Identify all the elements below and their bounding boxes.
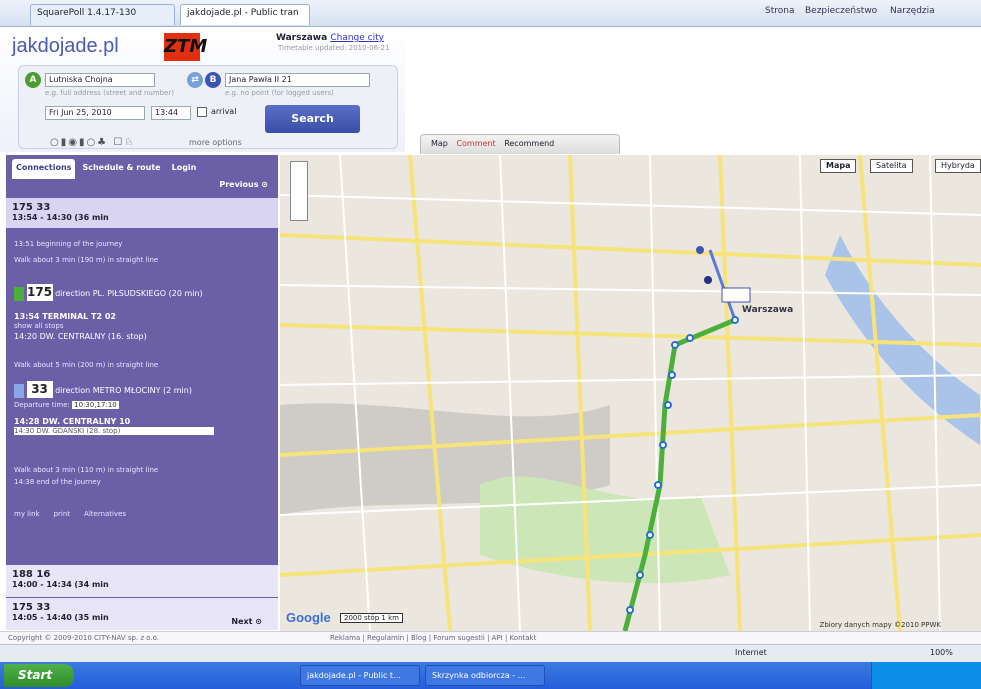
point-a-icon: A: [25, 72, 41, 88]
line-badge[interactable]: 33: [26, 381, 53, 398]
sidebar-tabs: Connections Schedule & route Login: [12, 159, 200, 179]
line-step: 175 direction PL. PIŁSUDSKIEGO (20 min): [14, 284, 203, 301]
bus-color-icon: [14, 286, 24, 301]
map-district-label: Warszawa: [742, 305, 794, 315]
more-options-link[interactable]: more options: [189, 138, 242, 147]
tab-comment[interactable]: Comment: [456, 139, 495, 148]
timetable-updated: Timetable updated: 2010-06-21: [278, 44, 390, 52]
start-button[interactable]: Start: [4, 664, 74, 687]
journey-end: 14:38 end of the journey: [14, 478, 101, 486]
cmd-strona[interactable]: Strona: [765, 6, 794, 16]
connection-lines: 188 16: [12, 569, 51, 580]
system-tray: [871, 662, 981, 689]
map-pan-zoom-control[interactable]: [290, 161, 308, 221]
site-header: jakdojade.pl ZTM Warszawa Change city Ti…: [0, 27, 405, 152]
task-jakdojade[interactable]: jakdojade.pl - Public t...: [300, 665, 420, 686]
city-label: Warszawa Change city: [276, 33, 384, 43]
site-footer: Copyright © 2009-2010 CITY-NAV sp. z o.o…: [0, 631, 981, 644]
tab-schedule-route[interactable]: Schedule & route: [78, 159, 164, 179]
cmd-bezpieczenstwo[interactable]: Bezpieczeństwo: [805, 6, 877, 16]
time-field[interactable]: 13:44: [151, 106, 191, 120]
tab-map[interactable]: Map: [431, 139, 448, 148]
from-hint: e.g. full address (street and number): [45, 89, 175, 97]
connection-lines: 175 33: [12, 202, 51, 213]
tram-color-icon: [14, 383, 24, 398]
browser-tab-jakdojade[interactable]: jakdojade.pl - Public tran: [180, 4, 310, 25]
tab-connections[interactable]: Connections: [12, 159, 76, 179]
connection-item[interactable]: 175 33 13:54 - 14:30 (36 min: [6, 198, 278, 228]
map-tabs: Map Comment Recommend: [420, 134, 620, 154]
map-type-hybryda[interactable]: Hybryda: [935, 159, 981, 173]
footer-links[interactable]: Reklama | Regulamin | Blog | Forum suges…: [330, 634, 536, 642]
connections-sidebar: Connections Schedule & route Login Previ…: [6, 155, 278, 630]
swap-icon[interactable]: ⇄: [187, 72, 203, 88]
zoom-level[interactable]: 100%: [930, 648, 953, 657]
walk-step: Walk about 5 min (200 m) in straight lin…: [14, 361, 159, 369]
from-input[interactable]: Lutniska Chojna: [45, 73, 155, 87]
show-stops-link[interactable]: show all stops: [14, 322, 64, 330]
task-skrzynka[interactable]: Skrzynka odbiorcza - ...: [425, 665, 545, 686]
browser-tabbar: SquarePoll 1.4.17-130 jakdojade.pl - Pub…: [0, 0, 981, 27]
connection-item[interactable]: 188 16 14:00 - 14:34 (34 min: [6, 565, 278, 597]
site: jakdojade.pl ZTM Warszawa Change city Ti…: [0, 27, 981, 644]
detail-tools: my link print Alternatives: [14, 510, 126, 518]
line-badge[interactable]: 175: [26, 284, 53, 301]
stop-to: 14:20 DW. CENTRALNY (16. stop): [14, 332, 147, 341]
alternatives-link[interactable]: Alternatives: [84, 510, 126, 518]
point-b-icon: B: [205, 72, 221, 88]
walk-step: Walk about 3 min (110 m) in straight lin…: [14, 466, 159, 474]
route-map[interactable]: Warszawa Mapa Satelita Hybryda Google 20…: [280, 155, 981, 631]
ztm-logo: ZTM: [164, 33, 207, 61]
map-scale: 2000 stóp 1 km: [340, 613, 403, 623]
search-button[interactable]: Search: [265, 105, 360, 133]
map-canvas: [280, 155, 981, 631]
browser-tab-squarepoll[interactable]: SquarePoll 1.4.17-130: [30, 4, 175, 25]
tab-recommend[interactable]: Recommend: [504, 139, 554, 148]
stop-from: 13:54 TERMINAL T2 02: [14, 312, 116, 321]
stop-to: 14:30 DW. GDAŃSKI (28. stop): [14, 427, 214, 435]
to-hint: e.g. no point (for logged users): [225, 89, 334, 97]
change-city-link[interactable]: Change city: [330, 33, 384, 43]
map-type-mapa[interactable]: Mapa: [820, 159, 857, 173]
to-input[interactable]: Jana Pawła II 21: [225, 73, 370, 87]
browser-statusbar: Internet 100%: [0, 644, 981, 662]
google-logo: Google: [286, 610, 331, 625]
transport-mode-icons[interactable]: ○▮◉▮○♣ ☐♘: [50, 137, 135, 148]
departure-times: Departure time: 10:30,17:10: [14, 401, 119, 409]
windows-taskbar: Start jakdojade.pl - Public t... Skrzynk…: [0, 662, 981, 689]
footer-copyright: Copyright © 2009-2010 CITY-NAV sp. z o.o…: [8, 634, 160, 642]
line-step: 33 direction METRO MŁOCINY (2 min): [14, 381, 192, 398]
journey-start: 13:51 beginning of the journey: [14, 240, 123, 248]
site-logo[interactable]: jakdojade.pl: [12, 35, 119, 58]
my-link[interactable]: my link: [14, 510, 40, 518]
connection-lines: 175 33: [12, 602, 51, 613]
zone-label: Internet: [735, 648, 767, 657]
connection-times: 14:00 - 14:34 (34 min: [12, 580, 109, 589]
stop-from: 14:28 DW. CENTRALNY 10: [14, 417, 131, 426]
cmd-narzedzia[interactable]: Narzędzia: [890, 6, 935, 16]
previous-button[interactable]: Previous ⊙: [219, 180, 268, 189]
map-type-satelita[interactable]: Satelita: [870, 159, 913, 173]
connection-detail: 13:51 beginning of the journey Walk abou…: [6, 228, 278, 573]
arrival-checkbox[interactable]: [197, 107, 207, 117]
print-link[interactable]: print: [54, 510, 70, 518]
next-button[interactable]: Next ⊙: [225, 616, 268, 627]
tab-login[interactable]: Login: [168, 159, 201, 179]
map-copyright: Zbiory danych mapy ©2010 PPWK: [819, 621, 941, 629]
walk-step: Walk about 3 min (190 m) in straight lin…: [14, 256, 159, 264]
arrival-label: arrival: [211, 107, 237, 116]
date-field[interactable]: Fri Jun 25, 2010: [45, 106, 145, 120]
connection-times: 13:54 - 14:30 (36 min: [12, 213, 109, 222]
